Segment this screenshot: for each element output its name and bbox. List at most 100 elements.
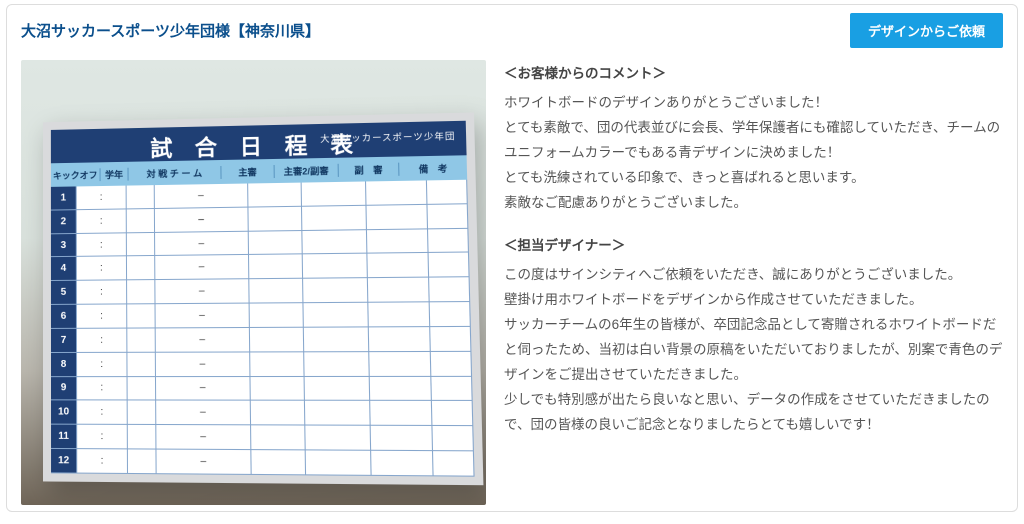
row-number: 1 [51,186,77,209]
row-team: – [155,279,249,303]
row-memo [427,204,468,228]
row-ref1 [251,401,306,425]
board-row: 5: – [51,277,470,305]
row-memo [427,180,468,204]
row-ref3 [369,352,431,376]
row-ref2 [305,426,371,450]
row-ref1 [249,255,303,279]
row-number: 4 [51,257,77,280]
row-kickoff: : [77,425,128,448]
row-grade [127,328,156,351]
row-ref1 [248,183,302,207]
board-row: 6: – [51,302,471,329]
row-memo [431,352,472,376]
row-memo [429,253,470,277]
row-number: 9 [51,377,77,400]
board-row: 7:– [51,327,471,353]
row-ref2 [303,278,368,302]
customer-comment-heading: ＜お客様からのコメント＞ [504,62,1003,87]
row-grade [127,209,155,232]
row-kickoff: : [77,233,127,256]
designer-comment-line: 少しでも特別感が出たら良いなと思い、データの作成をさせていただきましたので、団の… [504,388,1003,438]
row-ref3 [367,229,429,253]
row-team: – [155,207,249,231]
board-row: 9:– [51,376,473,401]
designer-comment-line: この度はサインシティへご依頼をいただき、誠にありがとうございました。 [504,263,1003,288]
row-memo [428,228,469,252]
row-grade [128,401,157,424]
row-ref2 [305,376,371,400]
designer-comment-heading: ＜担当デザイナー＞ [504,234,1003,259]
customer-comment-line: とても素敵で、団の代表並びに会長、学年保護者にも確認していただき、チームのユニフ… [504,116,1003,166]
row-memo [433,451,475,475]
row-ref3 [369,327,431,351]
board-row: 11: – [51,425,474,452]
row-memo [430,327,471,351]
board-org-name: 大沼サッカースポーツ少年団 [320,129,456,145]
card-header: 大沼サッカースポーツ少年団様【神奈川県】 デザインからご依頼 [7,5,1017,54]
row-team: – [155,255,249,279]
board-row: 4: – [51,253,470,281]
row-ref3 [368,302,430,326]
row-ref3 [367,205,429,229]
row-ref3 [366,180,427,204]
row-team: – [156,328,251,352]
col-grade: 学年 [101,167,129,180]
row-kickoff: : [77,352,128,375]
col-ref1: 主審 [221,164,274,178]
row-grade [128,425,157,448]
row-kickoff: : [77,328,127,351]
row-team: – [156,450,251,474]
row-ref2 [305,401,371,425]
row-ref2 [304,352,370,376]
row-grade [127,280,155,303]
row-number: 10 [51,401,77,424]
row-kickoff: : [77,257,127,280]
row-ref1 [250,352,304,375]
row-kickoff: : [77,209,127,232]
row-team: – [156,401,251,425]
row-ref1 [249,231,303,255]
customer-comment-line: ホワイトボードのデザインありがとうございました！ [504,91,1003,116]
row-number: 8 [51,353,77,376]
designer-comment-line: 壁掛け用ホワイトボードをデザインから作成させていただきました。 [504,288,1003,313]
row-ref1 [248,207,302,231]
row-kickoff: : [77,186,127,209]
case-title: 大沼サッカースポーツ少年団様【神奈川県】 [21,20,320,41]
row-number: 2 [51,210,77,233]
col-team: 対 戦 チ ー ム [129,165,222,180]
row-ref1 [250,303,304,327]
col-memo: 備 考 [399,161,467,175]
designer-comment-line: サッカーチームの6年生の皆様が、卒団記念品として寄贈されるホワイトボードだと伺っ… [504,313,1003,388]
row-team: – [155,183,249,207]
row-number: 6 [51,305,77,328]
row-number: 11 [51,425,77,448]
row-team: – [155,231,249,255]
row-number: 12 [51,449,77,472]
row-ref1 [251,450,306,474]
row-ref2 [306,450,372,474]
row-ref2 [302,230,367,254]
row-ref2 [303,254,368,278]
row-number: 5 [51,281,77,304]
product-photo: 試 合 日 程 表 大沼サッカースポーツ少年団 キックオフ 学年 対 戦 チ ー… [21,60,486,505]
row-ref3 [367,253,429,277]
row-team: – [156,304,250,328]
row-ref3 [370,401,432,425]
row-kickoff: : [77,401,128,424]
row-team: – [156,425,251,449]
row-memo [429,277,470,301]
row-kickoff: : [77,377,128,400]
row-memo [430,302,471,326]
row-kickoff: : [77,304,127,327]
row-grade [128,449,157,473]
board-row: 10: – [51,401,473,427]
row-grade [127,256,155,279]
design-request-button[interactable]: デザインからご依頼 [850,13,1003,48]
row-ref2 [304,327,369,351]
row-kickoff: : [77,281,127,304]
row-ref1 [249,279,303,303]
customer-comment-line: 素敵なご配慮ありがとうございました。 [504,191,1003,216]
row-ref3 [370,376,432,400]
row-memo [431,376,472,400]
